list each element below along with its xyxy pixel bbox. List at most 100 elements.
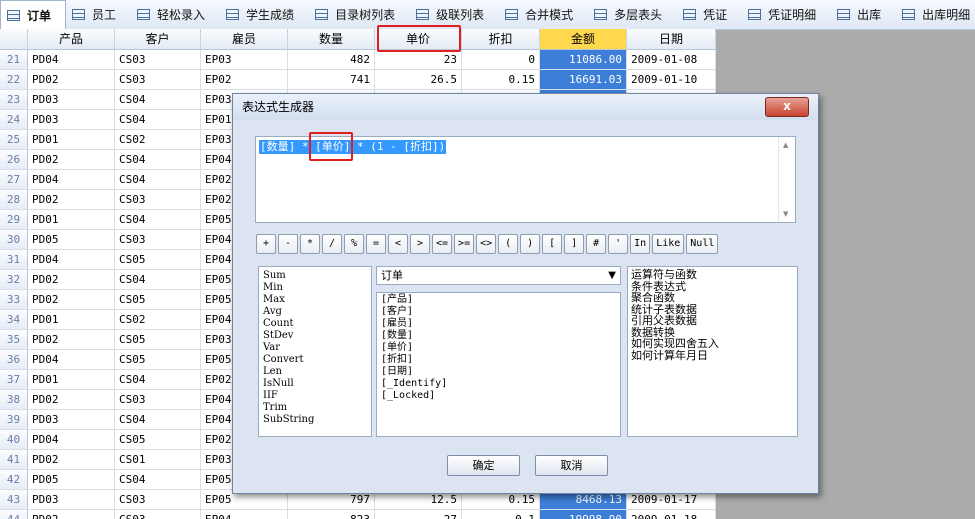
- operator-button[interactable]: %: [344, 234, 364, 254]
- table-cell[interactable]: PD04: [28, 250, 115, 269]
- table-cell[interactable]: PD02: [28, 390, 115, 409]
- table-cell[interactable]: 0.1: [462, 510, 540, 519]
- table-cell[interactable]: PD01: [28, 370, 115, 389]
- field-item[interactable]: [单价]: [381, 342, 616, 354]
- table-cell[interactable]: 741: [288, 70, 375, 89]
- table-cell[interactable]: PD02: [28, 330, 115, 349]
- field-item[interactable]: [客户]: [381, 306, 616, 318]
- operator-button[interactable]: <=: [432, 234, 453, 254]
- column-header-4[interactable]: 数量: [288, 29, 375, 49]
- column-header-8[interactable]: 日期: [627, 29, 716, 49]
- function-item[interactable]: Count: [263, 318, 367, 330]
- table-cell[interactable]: CS03: [115, 190, 201, 209]
- table-cell[interactable]: CS04: [115, 470, 201, 489]
- table-cell[interactable]: 823: [288, 510, 375, 519]
- table-cell[interactable]: EP02: [201, 70, 288, 89]
- tab-1[interactable]: 员工: [66, 0, 131, 29]
- table-cell[interactable]: 0: [462, 50, 540, 69]
- column-header-0[interactable]: [0, 29, 28, 49]
- close-button[interactable]: x: [765, 97, 809, 117]
- table-cell[interactable]: PD04: [28, 350, 115, 369]
- table-cell[interactable]: CS02: [115, 130, 201, 149]
- function-item[interactable]: Min: [263, 282, 367, 294]
- table-cell[interactable]: CS05: [115, 330, 201, 349]
- table-cell[interactable]: PD02: [28, 450, 115, 469]
- table-cell[interactable]: 2009-01-08: [627, 50, 716, 69]
- tab-8[interactable]: 凭证: [677, 0, 742, 29]
- operator-button[interactable]: ]: [564, 234, 585, 254]
- tab-3[interactable]: 学生成绩: [220, 0, 309, 29]
- table-cell[interactable]: EP04: [201, 510, 288, 519]
- operator-button[interactable]: >: [410, 234, 430, 254]
- operator-button[interactable]: *: [300, 234, 320, 254]
- function-item[interactable]: Convert: [263, 354, 367, 366]
- function-item[interactable]: SubString: [263, 414, 367, 426]
- column-header-2[interactable]: 客户: [115, 29, 201, 49]
- help-topic-item[interactable]: 如何实现四舍五入: [631, 338, 794, 350]
- table-cell[interactable]: EP03: [201, 50, 288, 69]
- table-cell[interactable]: CS03: [115, 510, 201, 519]
- tab-11[interactable]: 出库明细: [896, 0, 975, 29]
- table-cell[interactable]: CS04: [115, 370, 201, 389]
- table-cell[interactable]: CS01: [115, 450, 201, 469]
- table-cell[interactable]: CS05: [115, 290, 201, 309]
- help-topic-list[interactable]: 运算符与函数 条件表达式 聚合函数 统计子表数据 引用父表数据 数据转换 如何实现四舍五入如…: [627, 266, 798, 437]
- operator-button[interactable]: (: [498, 234, 519, 254]
- function-item[interactable]: Len: [263, 366, 367, 378]
- table-cell[interactable]: PD02: [28, 150, 115, 169]
- column-header-6[interactable]: 折扣: [462, 29, 540, 49]
- operator-button[interactable]: <: [388, 234, 408, 254]
- field-item[interactable]: [产品]: [381, 294, 616, 306]
- function-item[interactable]: IsNull: [263, 378, 367, 390]
- table-cell[interactable]: PD02: [28, 270, 115, 289]
- table-cell[interactable]: 2009-01-10: [627, 70, 716, 89]
- table-cell[interactable]: 27: [375, 510, 462, 519]
- table-cell[interactable]: 482: [288, 50, 375, 69]
- operator-button[interactable]: +: [256, 234, 276, 254]
- table-cell[interactable]: CS04: [115, 170, 201, 189]
- help-topic-item[interactable]: 如何计算年月日: [631, 349, 794, 362]
- tab-9[interactable]: 凭证明细: [742, 0, 831, 29]
- function-item[interactable]: Sum: [263, 270, 367, 282]
- operator-button[interactable]: ': [608, 234, 629, 254]
- operator-button[interactable]: /: [322, 234, 342, 254]
- chevron-down-icon[interactable]: ▼: [608, 267, 616, 284]
- table-cell[interactable]: PD01: [28, 130, 115, 149]
- table-cell[interactable]: CS04: [115, 210, 201, 229]
- table-cell[interactable]: PD03: [28, 410, 115, 429]
- tab-0[interactable]: 订单: [0, 0, 67, 29]
- table-cell[interactable]: CS04: [115, 110, 201, 129]
- table-cell[interactable]: PD05: [28, 230, 115, 249]
- table-row[interactable]: 44PD02CS03EP04823270.119998.902009-01-18: [0, 510, 716, 519]
- operator-button[interactable]: In: [630, 234, 651, 254]
- field-item[interactable]: [日期]: [381, 366, 616, 378]
- table-cell[interactable]: CS04: [115, 150, 201, 169]
- table-cell[interactable]: PD01: [28, 210, 115, 229]
- table-cell[interactable]: CS05: [115, 350, 201, 369]
- operator-button[interactable]: =: [366, 234, 386, 254]
- operator-button[interactable]: -: [278, 234, 298, 254]
- table-cell[interactable]: PD04: [28, 170, 115, 189]
- tab-6[interactable]: 合并模式: [499, 0, 588, 29]
- table-cell[interactable]: PD02: [28, 290, 115, 309]
- table-cell[interactable]: PD03: [28, 110, 115, 129]
- function-item[interactable]: IIF: [263, 390, 367, 402]
- table-cell[interactable]: CS03: [115, 390, 201, 409]
- tab-10[interactable]: 出库: [831, 0, 896, 29]
- scroll-up-icon[interactable]: ▲: [783, 141, 788, 149]
- tab-2[interactable]: 轻松录入: [131, 0, 220, 29]
- field-list[interactable]: [产品] [客户] [雇员] [数量] [单价] [折扣] [日期] [_Identify][…: [376, 292, 621, 437]
- table-cell[interactable]: 2009-01-18: [627, 510, 716, 519]
- table-cell[interactable]: 19998.90: [540, 510, 627, 519]
- table-cell[interactable]: 23: [375, 50, 462, 69]
- operator-button[interactable]: [: [542, 234, 563, 254]
- table-cell[interactable]: CS04: [115, 90, 201, 109]
- table-cell[interactable]: CS04: [115, 410, 201, 429]
- function-item[interactable]: Max: [263, 294, 367, 306]
- operator-button[interactable]: <>: [476, 234, 497, 254]
- table-cell[interactable]: CS03: [115, 50, 201, 69]
- field-item[interactable]: [折扣]: [381, 354, 616, 366]
- scroll-down-icon[interactable]: ▼: [783, 210, 788, 218]
- column-header-7[interactable]: 金额: [540, 29, 627, 49]
- table-cell[interactable]: CS04: [115, 270, 201, 289]
